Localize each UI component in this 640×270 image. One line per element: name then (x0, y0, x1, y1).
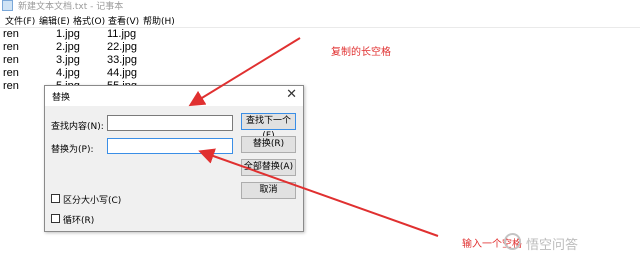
replace-input[interactable] (107, 138, 233, 154)
replace-button[interactable]: 替换(R) (241, 136, 296, 153)
find-label: 查找内容(N): (51, 122, 104, 132)
menu-bar: 文件(F) 编辑(E) 格式(O) 查看(V) 帮助(H) (0, 13, 640, 27)
menu-format[interactable]: 格式(O) (73, 14, 105, 27)
match-case-label: 区分大小写(C) (63, 196, 122, 206)
dialog-title-bar: 替换 ✕ (45, 86, 303, 106)
annotation-copied-space: 复制的长空格 (331, 47, 391, 58)
old-name-text: 4.jpg (56, 67, 80, 79)
replace-all-button[interactable]: 全部替换(A) (241, 159, 296, 176)
cmd-text: ren (3, 41, 19, 53)
cmd-text: ren (3, 28, 19, 40)
dialog-title: 替换 (52, 93, 71, 103)
title-bar: 新建文本文档.txt - 记事本 (0, 0, 640, 13)
menu-edit[interactable]: 编辑(E) (39, 14, 70, 27)
find-input[interactable] (107, 115, 233, 131)
new-name-text: 44.jpg (107, 67, 137, 79)
cmd-text: ren (3, 80, 19, 92)
wrap-label: 循环(R) (63, 216, 95, 226)
notepad-icon (2, 0, 13, 11)
watermark-text: 悟空问答 (526, 238, 579, 253)
new-name-text: 22.jpg (107, 41, 137, 53)
old-name-text: 2.jpg (56, 41, 80, 53)
cancel-button[interactable]: 取消 (241, 182, 296, 199)
replace-dialog: 替换 ✕ 查找内容(N): 替换为(P): 查找下一个(F) 替换(R) 全部替… (44, 85, 304, 232)
cmd-text: ren (3, 67, 19, 79)
old-name-text: 1.jpg (56, 28, 80, 40)
new-name-text: 11.jpg (107, 28, 137, 40)
wukong-logo-icon (504, 233, 521, 250)
window-title: 新建文本文档.txt - 记事本 (18, 2, 124, 12)
replace-label: 替换为(P): (51, 145, 94, 155)
match-case-checkbox[interactable] (51, 194, 60, 203)
find-next-button[interactable]: 查找下一个(F) (241, 113, 296, 141)
new-name-text: 33.jpg (107, 54, 137, 66)
close-icon[interactable]: ✕ (286, 87, 297, 103)
menu-help[interactable]: 帮助(H) (143, 14, 175, 27)
wrap-checkbox[interactable] (51, 214, 60, 223)
old-name-text: 3.jpg (56, 54, 80, 66)
cmd-text: ren (3, 54, 19, 66)
menu-file[interactable]: 文件(F) (5, 14, 35, 27)
menu-view[interactable]: 查看(V) (108, 14, 139, 27)
